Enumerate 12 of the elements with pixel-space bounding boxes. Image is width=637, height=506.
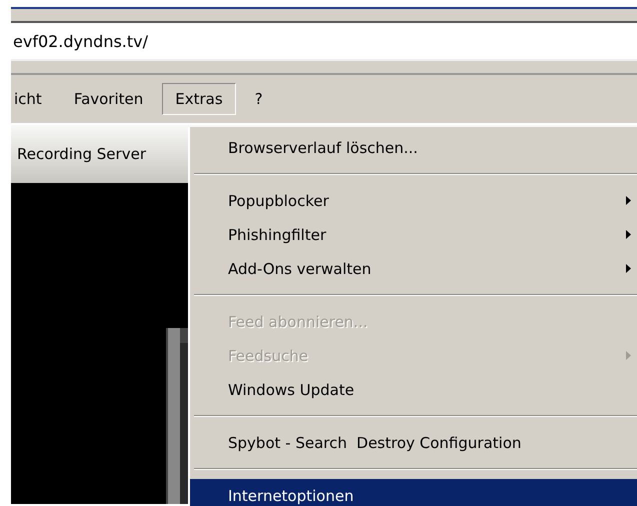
menu-item[interactable]: Popupblocker bbox=[190, 184, 637, 218]
menu-item[interactable]: Add-Ons verwalten bbox=[190, 252, 637, 286]
menu-bar-item[interactable]: Extras bbox=[162, 83, 236, 115]
menu-item[interactable]: Spybot - Search Destroy Configuration bbox=[190, 426, 637, 460]
menu-item[interactable]: Phishingfilter bbox=[190, 218, 637, 252]
menu-bar-item[interactable]: Favoriten bbox=[60, 83, 156, 115]
menu-item[interactable]: Browserverlauf löschen... bbox=[190, 131, 637, 165]
menu-item[interactable]: Internetoptionen bbox=[190, 479, 637, 506]
menu-bar-item[interactable]: ? bbox=[242, 83, 276, 115]
menu-item[interactable]: Windows Update bbox=[190, 373, 637, 407]
menu-bar-item[interactable]: icht bbox=[13, 83, 55, 115]
tab[interactable]: Recording Server bbox=[11, 145, 146, 163]
